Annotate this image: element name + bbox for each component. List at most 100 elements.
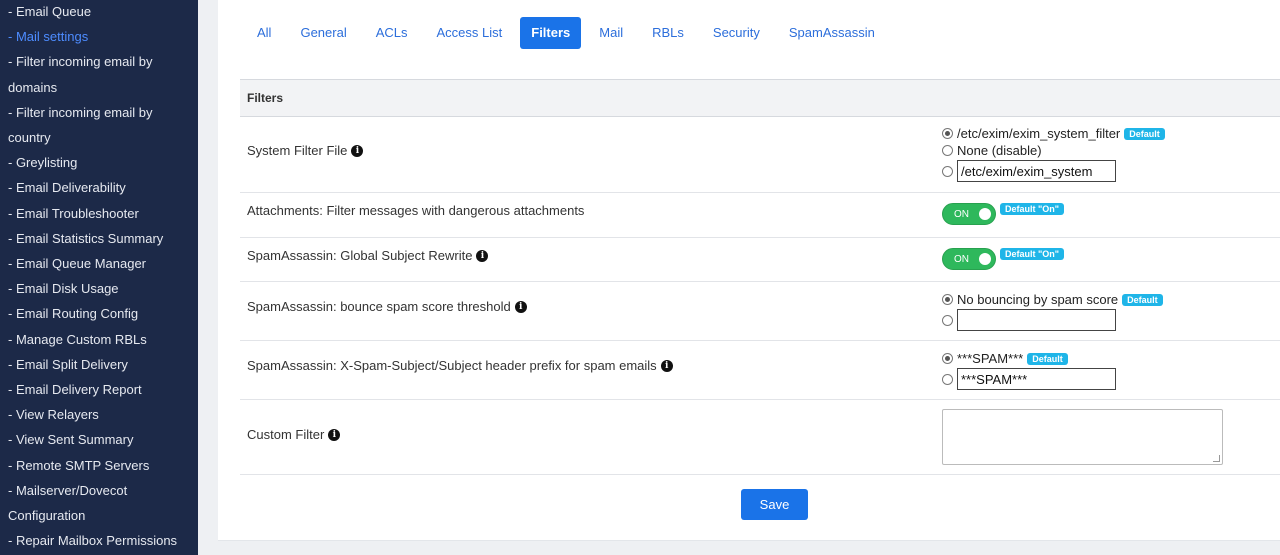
sidebar-item[interactable]: - Email Deliverability — [0, 175, 198, 200]
sidebar-item[interactable]: - View Sent Summary — [0, 427, 198, 452]
row-custom-filter: Custom Filter i — [240, 400, 1280, 475]
row-global-subject-rewrite: SpamAssassin: Global Subject Rewrite i O… — [240, 238, 1280, 282]
info-icon[interactable]: i — [328, 428, 341, 441]
sidebar-item-label: - Filter incoming email by — [8, 54, 153, 70]
sidebar-item[interactable]: - Repair Mailbox Permissions — [0, 528, 198, 553]
default-badge: Default — [1122, 293, 1163, 306]
sidebar-item-label: - Email Delivery Report — [8, 382, 142, 398]
sidebar-item-label: - Email Statistics Summary — [8, 230, 164, 246]
sidebar-item[interactable]: - Remote SMTP Servers — [0, 453, 198, 478]
info-icon[interactable]: i — [476, 249, 489, 262]
tab-spamassassin[interactable]: SpamAssassin — [778, 17, 886, 49]
sidebar-item[interactable]: - Email Routing Config — [0, 301, 198, 326]
sidebar-item-label: - Repair Mailbox Permissions — [8, 533, 178, 549]
tab-access-list[interactable]: Access List — [426, 17, 514, 49]
radio-option-default[interactable]: /etc/exim/exim_system_filter Default — [942, 125, 1165, 142]
info-icon[interactable]: i — [514, 300, 527, 313]
sidebar-item[interactable]: - Manage Custom RBLs — [0, 327, 198, 352]
row-label: SpamAssassin: bounce spam score threshol… — [247, 299, 511, 314]
sidebar-item-label: - Mail settings — [8, 29, 89, 45]
toggle-knob — [979, 208, 991, 220]
section-header: Filters — [240, 79, 1280, 117]
radio-button[interactable] — [942, 353, 953, 364]
tab-bar: All General ACLs Access List Filters Mail RBLs… — [246, 17, 893, 49]
save-button[interactable]: Save — [741, 489, 808, 520]
radio-button[interactable] — [942, 128, 953, 139]
sidebar-item-label: - Greylisting — [8, 155, 78, 171]
sidebar-item[interactable]: - Greylisting — [0, 150, 198, 175]
main-panel: All General ACLs Access List Filters Mail RBLs… — [218, 0, 1280, 541]
bounce-threshold-input[interactable] — [957, 309, 1116, 331]
radio-button[interactable] — [942, 373, 953, 385]
sidebar-item[interactable]: - Email Queue Manager — [0, 251, 198, 276]
toggle-knob — [979, 253, 991, 265]
sidebar-item-label: - Email Deliverability — [8, 180, 126, 196]
default-badge: Default — [1027, 352, 1068, 365]
radio-button[interactable] — [942, 294, 953, 305]
row-label: SpamAssassin: X-Spam-Subject/Subject hea… — [247, 358, 657, 373]
info-icon[interactable]: i — [351, 144, 364, 157]
row-label: SpamAssassin: Global Subject Rewrite — [247, 248, 473, 263]
sidebar-item[interactable]: - Email Split Delivery — [0, 352, 198, 377]
sidebar-item[interactable]: - Filter incoming email by domains — [0, 49, 198, 99]
row-label: Custom Filter — [247, 427, 325, 442]
sidebar-item-label: - Email Routing Config — [8, 306, 139, 322]
sidebar-item[interactable]: - View Relayers — [0, 402, 198, 427]
sidebar-item[interactable]: - Filter incoming email by country — [0, 100, 198, 150]
row-bounce-spam-threshold: SpamAssassin: bounce spam score threshol… — [240, 282, 1280, 341]
radio-button[interactable] — [942, 145, 953, 156]
radio-option-none[interactable]: None (disable) — [942, 142, 1165, 159]
info-icon[interactable]: i — [660, 359, 673, 372]
attachments-toggle[interactable]: ON — [942, 203, 996, 225]
sidebar-item-label: - View Relayers — [8, 407, 99, 423]
radio-button[interactable] — [942, 314, 953, 326]
row-label: System Filter File — [247, 143, 348, 158]
tab-general[interactable]: General — [289, 17, 357, 49]
row-label: Attachments: Filter messages with danger… — [247, 203, 585, 218]
sidebar-item-label: - Manage Custom RBLs — [8, 331, 147, 347]
system-filter-path-input[interactable] — [957, 160, 1116, 182]
sidebar-item[interactable]: - Mail settings — [0, 24, 198, 49]
default-badge: Default — [1124, 127, 1165, 140]
custom-filter-textarea[interactable] — [942, 409, 1223, 465]
spam-prefix-input[interactable] — [957, 368, 1116, 390]
row-system-filter-file: System Filter File i /etc/exim/exim_syst… — [240, 117, 1280, 193]
sidebar-item-label-continued: domains — [8, 79, 58, 95]
sidebar: - Email Queue - Mail settings - Filter inc… — [0, 0, 198, 555]
settings-table: Filters System Filter File i /etc/exim/e… — [240, 79, 1280, 475]
sidebar-item[interactable]: - Email Statistics Summary — [0, 226, 198, 251]
radio-option-custom[interactable] — [942, 308, 1163, 332]
sidebar-item-label: - Email Queue Manager — [8, 256, 147, 272]
row-attachments: Attachments: Filter messages with danger… — [240, 193, 1280, 238]
sidebar-item-label-continued: Configuration — [8, 508, 86, 524]
sidebar-item[interactable]: - Email Queue — [0, 0, 198, 24]
row-spam-subject-prefix: SpamAssassin: X-Spam-Subject/Subject hea… — [240, 341, 1280, 400]
sidebar-list: - Email Queue - Mail settings - Filter inc… — [0, 0, 198, 553]
tab-all[interactable]: All — [246, 17, 282, 49]
tab-mail[interactable]: Mail — [588, 17, 634, 49]
sidebar-item-label: - Email Queue — [8, 4, 92, 19]
radio-option-default[interactable]: No bouncing by spam score Default — [942, 291, 1163, 308]
sidebar-item[interactable]: - Email Delivery Report — [0, 377, 198, 402]
sidebar-item[interactable]: - Mailserver/Dovecot Configuration — [0, 478, 198, 528]
radio-option-custom[interactable] — [942, 159, 1165, 183]
tab-rbls[interactable]: RBLs — [641, 17, 695, 49]
radio-button[interactable] — [942, 165, 953, 177]
tab-filters[interactable]: Filters — [520, 17, 582, 49]
default-badge: Default "On" — [1000, 248, 1065, 260]
sidebar-item-label: - Email Split Delivery — [8, 356, 128, 372]
sidebar-item-label-continued: country — [8, 130, 51, 146]
sidebar-item-label: - View Sent Summary — [8, 432, 134, 448]
sidebar-item-label: - Email Disk Usage — [8, 281, 119, 297]
tab-acls[interactable]: ACLs — [365, 17, 419, 49]
radio-option-custom[interactable] — [942, 367, 1116, 391]
sidebar-item-label: - Email Troubleshooter — [8, 205, 139, 221]
sidebar-item-label: - Remote SMTP Servers — [8, 457, 150, 473]
default-badge: Default "On" — [1000, 203, 1065, 215]
tab-security[interactable]: Security — [702, 17, 771, 49]
sidebar-item-label: - Mailserver/Dovecot — [8, 482, 128, 498]
subject-rewrite-toggle[interactable]: ON — [942, 248, 996, 270]
radio-option-default[interactable]: ***SPAM*** Default — [942, 350, 1116, 367]
sidebar-item[interactable]: - Email Troubleshooter — [0, 201, 198, 226]
sidebar-item[interactable]: - Email Disk Usage — [0, 276, 198, 301]
